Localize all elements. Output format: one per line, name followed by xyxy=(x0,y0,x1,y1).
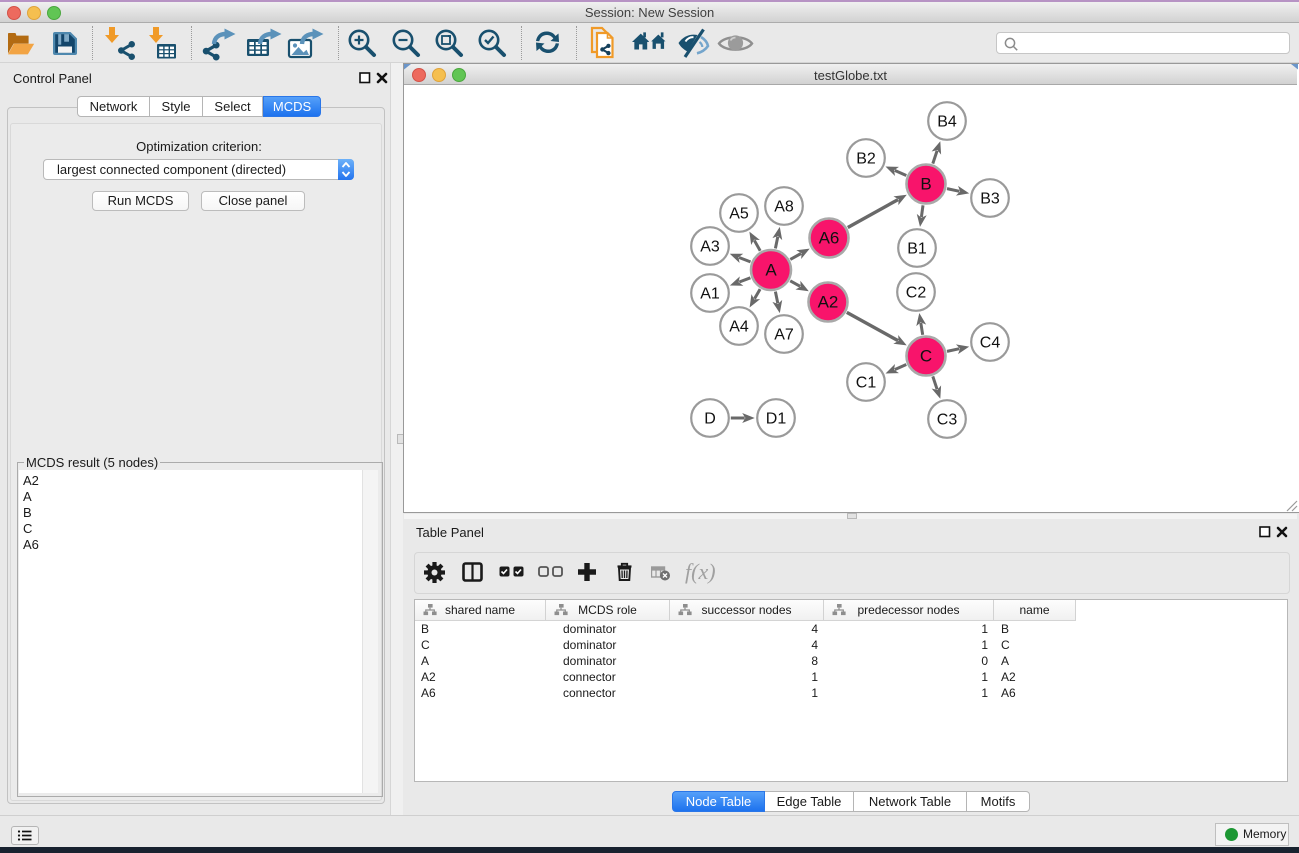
svg-text:D1: D1 xyxy=(766,411,787,428)
svg-text:C: C xyxy=(920,347,932,366)
svg-text:A6: A6 xyxy=(819,229,840,248)
svg-text:A1: A1 xyxy=(700,286,720,303)
svg-text:A7: A7 xyxy=(774,327,794,344)
svg-text:A4: A4 xyxy=(729,319,749,336)
svg-text:C1: C1 xyxy=(856,375,877,392)
svg-text:A3: A3 xyxy=(700,239,720,256)
svg-text:B2: B2 xyxy=(856,151,876,168)
svg-text:B4: B4 xyxy=(937,114,957,131)
svg-text:C2: C2 xyxy=(906,285,927,302)
svg-text:D: D xyxy=(704,411,716,428)
svg-text:C4: C4 xyxy=(980,335,1001,352)
svg-text:B1: B1 xyxy=(907,241,927,258)
svg-text:B: B xyxy=(920,175,931,194)
svg-text:A5: A5 xyxy=(729,206,749,223)
svg-text:C3: C3 xyxy=(937,412,958,429)
svg-text:A: A xyxy=(765,261,777,280)
svg-text:A2: A2 xyxy=(818,293,839,312)
svg-text:B3: B3 xyxy=(980,191,1000,208)
svg-text:A8: A8 xyxy=(774,199,794,216)
